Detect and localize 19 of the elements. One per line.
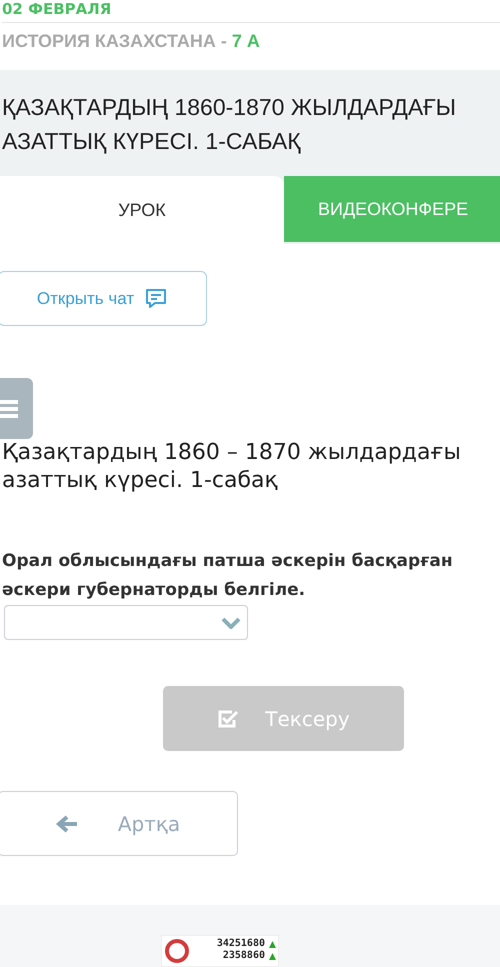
back-button[interactable]: Артқа — [0, 791, 238, 856]
chevron-icon — [221, 616, 241, 628]
content-title: Қазақтардың 1860 – 1870 жылдардағы азаттық күресі. 1-сабақ — [1, 439, 462, 495]
date-label: 02 ФЕВРАЛЯ — [2, 0, 500, 23]
menu-icon — [0, 398, 18, 418]
checkbox-icon — [217, 708, 240, 728]
open-chat-button[interactable]: Открыть чат — [0, 271, 207, 326]
tab[interactable]: УРОК — [0, 176, 284, 244]
tab[interactable]: ВИДЕОКОНФЕРЕ — [284, 176, 500, 242]
subject-label: ИСТОРИЯ КАЗАХСТАНА - 7 А — [1, 30, 261, 53]
lesson-title: ҚАЗАҚТАРДЫҢ 1860-1870 ЖЫЛДАРДАҒЫ АЗАТТЫҚ КҮРЕСІ. 1-САБАҚ — [2, 93, 458, 156]
counter-total: 34251680 — [216, 938, 265, 950]
ring-icon — [164, 938, 190, 964]
question-text: Орал облысындағы патша әскерін басқарған әскери губернаторды белгіле. — [2, 550, 454, 602]
answer-dropdown[interactable] — [4, 605, 248, 640]
menu-button[interactable] — [0, 378, 33, 439]
arrow-left-icon — [56, 814, 78, 832]
chat-icon — [144, 286, 168, 310]
counter-today: 2358860 — [222, 950, 265, 962]
